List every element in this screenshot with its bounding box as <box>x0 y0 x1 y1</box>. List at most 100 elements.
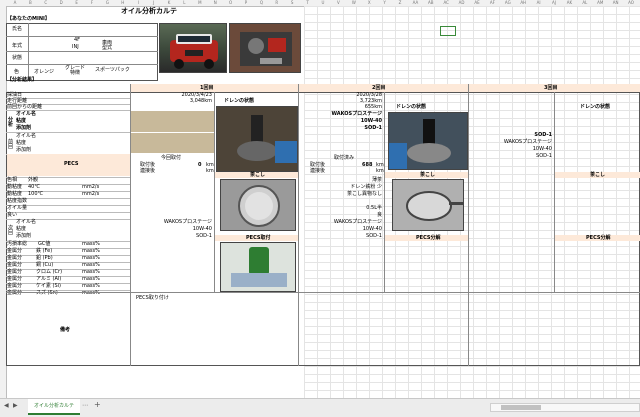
appearance-label: 外観 <box>28 177 39 183</box>
round2-next-add[interactable]: SOD-1 <box>299 234 382 239</box>
round2-oil-amount[interactable]: 0.5L半 <box>299 206 382 211</box>
round2-filter-photo <box>392 179 464 231</box>
round3-additive[interactable]: SOD-1 <box>469 133 552 138</box>
round2-filter-iron[interactable]: 茶こし異物なし <box>299 192 382 197</box>
row-divider <box>6 269 130 270</box>
round1-unit-km-2: km <box>206 168 214 174</box>
pecs-label: PECS <box>64 161 79 167</box>
contamination-label: 汚損率総 <box>7 241 28 247</box>
engine-bay-photo <box>229 23 301 73</box>
prev-additive-label: 添加剤 <box>16 147 32 153</box>
metal-label: 金属分 <box>7 262 23 268</box>
round2-connect-after: 連接後 <box>310 168 326 174</box>
prev-oil-name-label: オイル名 <box>16 133 37 139</box>
previous-side-label: 前回 <box>8 139 14 150</box>
more-sheets-icon[interactable]: ⋯ <box>82 402 88 409</box>
metal-aluminum-label: アルミ (Al) <box>36 276 62 282</box>
next-sheet-icon[interactable]: ▶ <box>13 402 18 409</box>
row-divider <box>6 191 130 192</box>
door-value: 4F <box>74 37 81 43</box>
round2-pecs-analysis-label: PECS分解 <box>416 235 441 241</box>
metal-label: 金属分 <box>7 269 23 275</box>
metal-label: 金属分 <box>7 248 23 254</box>
row-divider <box>6 212 130 213</box>
round1-next-add[interactable]: SOD-1 <box>131 234 212 239</box>
unit-mass: mass% <box>82 262 100 268</box>
vehicle-section-label: 【あなたのMINI】 <box>7 16 50 22</box>
metal-iron-label: 鉄 (Fe) <box>36 248 53 254</box>
round2-additive[interactable]: SOD-1 <box>299 126 382 131</box>
inj-value: INJ <box>72 44 79 50</box>
round1-next-oil[interactable]: WAKOSプロステージ <box>131 220 212 225</box>
round2-oil-name[interactable]: WAKOSプロステージ <box>299 112 382 117</box>
metal-label: 金属分 <box>7 283 23 289</box>
unit-mass-0: mass% <box>82 241 100 247</box>
round2-next-visc[interactable]: 10W-40 <box>299 227 382 232</box>
round3-next-oil[interactable]: WAKOSプロステージ <box>469 140 552 145</box>
round2-unit-km-2: km <box>376 168 384 174</box>
contamination-value: GC値 <box>38 241 51 247</box>
row-divider <box>6 177 130 178</box>
round2-label: 2回目 <box>372 85 386 91</box>
scrollbar-thumb[interactable] <box>501 405 541 410</box>
round1-installed-value[interactable]: 0 <box>198 163 201 168</box>
round1-remark[interactable]: PECS取り付け <box>136 296 169 301</box>
car-front-illustration <box>170 34 218 69</box>
round2-next-oil[interactable]: WAKOSプロステージ <box>299 220 382 225</box>
metal-lead-label: 鉛 (Pb) <box>36 255 53 261</box>
horizontal-scrollbar[interactable] <box>490 403 640 412</box>
additive-label: 添加剤 <box>16 125 32 131</box>
temp40-label: 40℃ <box>28 184 40 190</box>
metal-label: 金属分 <box>7 276 23 282</box>
model-label: 車両型式 <box>102 40 113 51</box>
round2-since[interactable]: 655km <box>299 105 382 110</box>
round3-next-visc[interactable]: 10W-40 <box>469 147 552 152</box>
round3-drain-label: ドレンの状態 <box>580 104 611 110</box>
state-label: 状態 <box>12 55 23 61</box>
grade-label: グレード特徴 <box>65 65 86 76</box>
color-row-label: 色相 <box>7 177 18 183</box>
round2-pecs-label: 取付済み <box>334 155 355 161</box>
unit-mass: mass% <box>82 269 100 275</box>
round2-good[interactable]: 良 <box>299 213 382 218</box>
add-sheet-icon[interactable]: + <box>94 400 101 409</box>
analysis-side-label: 分析 <box>8 117 14 128</box>
kin-visc-label-100: 動粘度 <box>7 191 23 197</box>
sheet-tab-oil-analysis[interactable]: オイル分析カルテ <box>28 399 81 415</box>
round3-next-add[interactable]: SOD-1 <box>469 154 552 159</box>
row-divider <box>6 262 130 263</box>
metal-label: 金属分 <box>7 255 23 261</box>
tea-strainer-illustration <box>221 180 295 230</box>
selected-cell[interactable] <box>440 26 456 36</box>
temp100-label: 100℃ <box>28 191 44 197</box>
round1-pecs-install-label: PECS取付 <box>246 235 271 241</box>
remarks-label: 備考 <box>60 327 71 333</box>
round1-connect-after: 連接後 <box>140 168 156 174</box>
viscosity-label: 粘度 <box>16 118 27 124</box>
round2-drain-iron[interactable]: ドレン鉄粉 少 <box>299 185 382 190</box>
page-title: オイル分析カルテ <box>121 7 177 15</box>
next-additive-label: 添加剤 <box>16 233 32 239</box>
spreadsheet-area[interactable]: オイル分析カルテ 【あなたのMINI】 氏名 年式 4F INJ 車両型式 状態… <box>6 6 640 398</box>
metal-copper-label: 銅 (Cu) <box>36 262 54 268</box>
round3-filter-label: 茶こし <box>590 172 606 178</box>
round1-analysis-cells[interactable] <box>131 111 214 132</box>
tea-strainer-illustration-2 <box>393 180 463 230</box>
round3-pecs-analysis-label: PECS分解 <box>586 235 611 241</box>
round1-next-visc[interactable]: 10W-40 <box>131 227 212 232</box>
round1-previous-cells[interactable] <box>131 133 214 153</box>
prev-sheet-icon[interactable]: ◀ <box>4 402 9 409</box>
round1-pecs-label: 今回取付 <box>161 155 182 161</box>
drain-bolt-illustration-2 <box>389 113 467 169</box>
round2-color[interactable]: 薄茶 <box>299 178 382 183</box>
round1-mileage[interactable]: 3,048km <box>131 99 212 104</box>
round2-installed-value[interactable]: 688 <box>362 163 372 168</box>
row-divider <box>6 184 130 185</box>
prev-viscosity-label: 粘度 <box>16 140 27 146</box>
round3-label: 3回目 <box>544 85 558 91</box>
pecs-parts-illustration <box>221 243 295 291</box>
grade-value: スポーツパック <box>95 67 130 73</box>
round2-viscosity[interactable]: 10W-40 <box>299 119 382 124</box>
drain-bolt-illustration <box>217 107 297 171</box>
oil-amount-label: オイル量 <box>7 205 28 211</box>
